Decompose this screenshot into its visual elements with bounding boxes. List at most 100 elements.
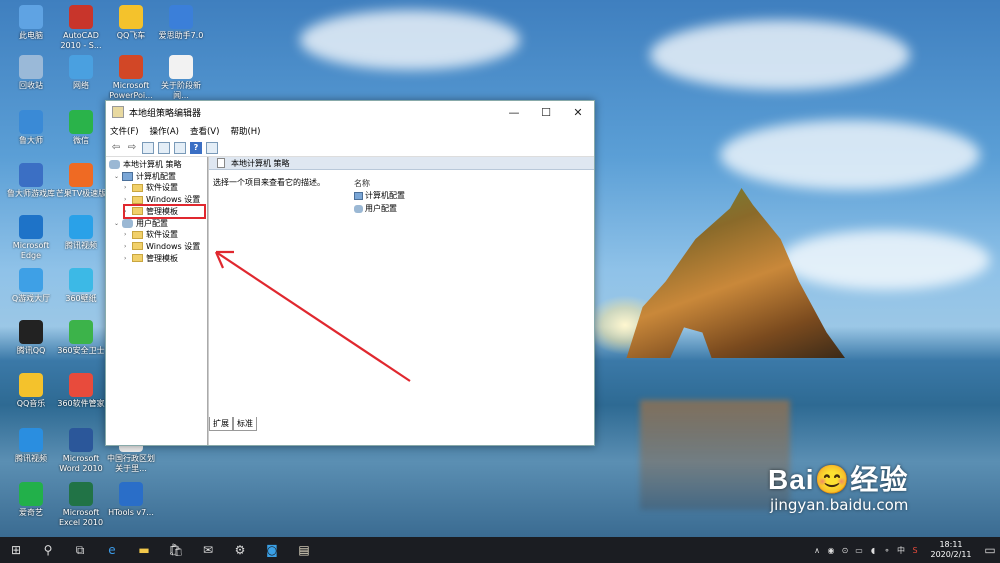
desktop-icon[interactable]: 鲁大师 xyxy=(5,110,57,146)
help-button[interactable]: ? xyxy=(190,141,202,154)
desktop-icon[interactable]: HTools v7... xyxy=(105,482,157,518)
notepad-icon[interactable]: ▤ xyxy=(288,537,320,563)
desktop-icon[interactable]: AutoCAD 2010 - S... xyxy=(55,5,107,51)
desktop-icon[interactable]: Q游戏大厅 xyxy=(5,268,57,304)
desktop-icon[interactable]: 芒果TV极速版 xyxy=(55,163,107,199)
tree-node[interactable]: › 管理模板 xyxy=(124,253,178,264)
app-icon xyxy=(119,55,143,79)
desktop-icon-label: 芒果TV极速版 xyxy=(55,189,107,198)
toolbar: ⇦ ⇨ ? xyxy=(106,139,594,157)
tree-node[interactable]: › 软件设置 xyxy=(124,229,178,240)
mail-icon[interactable]: ✉ xyxy=(192,537,224,563)
tray-app-icon[interactable]: ◉ xyxy=(824,546,838,555)
properties-icon[interactable] xyxy=(158,141,170,154)
back-button[interactable]: ⇦ xyxy=(110,142,122,154)
column-header-name[interactable]: 名称 xyxy=(354,176,594,189)
title-bar[interactable]: 本地组策略编辑器 — ☐ ✕ xyxy=(106,101,594,123)
desktop-icon-label: QQ音乐 xyxy=(16,399,46,408)
app-icon xyxy=(169,5,193,29)
show-hide-tree-icon[interactable] xyxy=(142,141,154,154)
desktop-icon[interactable]: Microsoft PowerPoi... xyxy=(105,55,157,101)
tree-node[interactable]: › 软件设置 xyxy=(124,182,178,193)
desktop-icon-label: 中国行政区划关于里... xyxy=(107,454,155,473)
export-list-icon[interactable] xyxy=(174,141,186,154)
desktop-icon[interactable]: Microsoft Excel 2010 xyxy=(55,482,107,528)
menu-file[interactable]: 文件(F) xyxy=(110,125,139,137)
expand-arrow-icon[interactable]: › xyxy=(124,243,132,250)
desktop-icon[interactable]: 爱奇艺 xyxy=(5,482,57,518)
app-icon xyxy=(69,110,93,134)
close-button[interactable]: ✕ xyxy=(562,101,594,123)
desktop-icon[interactable]: 爱思助手7.0 xyxy=(155,5,207,41)
tray-app-icon[interactable]: ⊙ xyxy=(838,546,852,555)
volume-icon[interactable]: ⚬ xyxy=(880,546,894,555)
tab-standard[interactable]: 标准 xyxy=(233,417,257,431)
desktop-icon[interactable]: 腾讯视频 xyxy=(5,428,57,464)
network-icon[interactable]: ◖ xyxy=(866,546,880,555)
desktop-icon-label: Microsoft Excel 2010 xyxy=(58,508,104,527)
menu-help[interactable]: 帮助(H) xyxy=(230,125,260,137)
tree-node[interactable]: ⌄ 计算机配置 xyxy=(114,171,176,182)
list-item-computer-config[interactable]: 计算机配置 xyxy=(354,189,594,202)
tree-node[interactable]: › Windows 设置 xyxy=(124,194,200,205)
desktop-icon[interactable]: 网络 xyxy=(55,55,107,91)
user-icon xyxy=(354,204,363,213)
tree-node[interactable]: › Windows 设置 xyxy=(124,241,200,252)
desktop-icon[interactable]: 360壁纸 xyxy=(55,268,107,304)
desktop-icon[interactable]: 回收站 xyxy=(5,55,57,91)
expand-arrow-icon[interactable]: › xyxy=(124,208,132,215)
explorer-icon[interactable]: ▬ xyxy=(128,537,160,563)
folder-icon xyxy=(132,242,143,251)
task-view-icon[interactable]: ⧉ xyxy=(64,537,96,563)
ime-icon[interactable]: 中 xyxy=(894,545,908,556)
search-icon[interactable]: ⚲ xyxy=(32,537,64,563)
sogou-icon[interactable]: S xyxy=(908,546,922,555)
desktop-icon-label: 爱奇艺 xyxy=(19,508,43,517)
desktop-icon[interactable]: 腾讯视频 xyxy=(55,215,107,251)
list-item-user-config[interactable]: 用户配置 xyxy=(354,202,594,215)
desktop-icon[interactable]: 360安全卫士 xyxy=(55,320,107,356)
expand-arrow-icon[interactable]: ⌄ xyxy=(114,220,122,227)
menu-action[interactable]: 操作(A) xyxy=(150,125,179,137)
view-icon[interactable] xyxy=(206,141,218,154)
desktop-icon[interactable]: 微信 xyxy=(55,110,107,146)
expand-arrow-icon[interactable]: › xyxy=(124,231,132,238)
desktop-icon[interactable]: 此电脑 xyxy=(5,5,57,41)
app-icon[interactable]: ⚙ xyxy=(224,537,256,563)
desktop-icon[interactable]: QQ飞车 xyxy=(105,5,157,41)
tab-extended[interactable]: 扩展 xyxy=(209,417,233,431)
store-icon[interactable]: 🛍 xyxy=(160,537,192,563)
desktop-icon[interactable]: 鲁大师游戏库 xyxy=(5,163,57,199)
tray-expand-icon[interactable]: ∧ xyxy=(810,546,824,555)
app-icon xyxy=(19,215,43,239)
clock-date: 2020/2/11 xyxy=(930,550,972,559)
clock[interactable]: 18:11 2020/2/11 xyxy=(922,540,980,560)
expand-arrow-icon[interactable]: › xyxy=(124,255,132,262)
notification-icon[interactable]: ▭ xyxy=(980,537,1000,563)
desktop-icon[interactable]: 360软件管家 xyxy=(55,373,107,409)
tree-node[interactable]: ⌄ 用户配置 xyxy=(114,218,168,229)
expand-arrow-icon[interactable]: › xyxy=(124,184,132,191)
qq-icon[interactable]: ◙ xyxy=(256,537,288,563)
edge-icon[interactable]: e xyxy=(96,537,128,563)
tree-node-label: 管理模板 xyxy=(146,253,178,263)
expand-arrow-icon[interactable]: ⌄ xyxy=(114,173,122,180)
battery-icon[interactable]: ▭ xyxy=(852,546,866,555)
folder-icon xyxy=(132,207,143,216)
desktop-icon[interactable]: QQ音乐 xyxy=(5,373,57,409)
tree-node[interactable]: 本地计算机 策略 xyxy=(109,159,182,170)
desktop-icon[interactable]: Microsoft Edge xyxy=(5,215,57,261)
desktop-icon[interactable]: 关于阶段新闻... xyxy=(155,55,207,101)
start-icon[interactable]: ⊞ xyxy=(0,537,32,563)
desktop-icon[interactable]: Microsoft Word 2010 xyxy=(55,428,107,474)
desktop-icon[interactable]: 腾讯QQ xyxy=(5,320,57,356)
tree-node[interactable]: › 管理模板 xyxy=(124,206,178,217)
maximize-button[interactable]: ☐ xyxy=(530,101,562,123)
desktop-icon-label: QQ飞车 xyxy=(116,31,146,40)
desktop-icon-label: 腾讯QQ xyxy=(16,346,46,355)
forward-button[interactable]: ⇨ xyxy=(126,142,138,154)
expand-arrow-icon[interactable]: › xyxy=(124,196,132,203)
tree-node-label: 本地计算机 策略 xyxy=(123,160,182,169)
minimize-button[interactable]: — xyxy=(498,101,530,123)
menu-view[interactable]: 查看(V) xyxy=(190,125,219,137)
